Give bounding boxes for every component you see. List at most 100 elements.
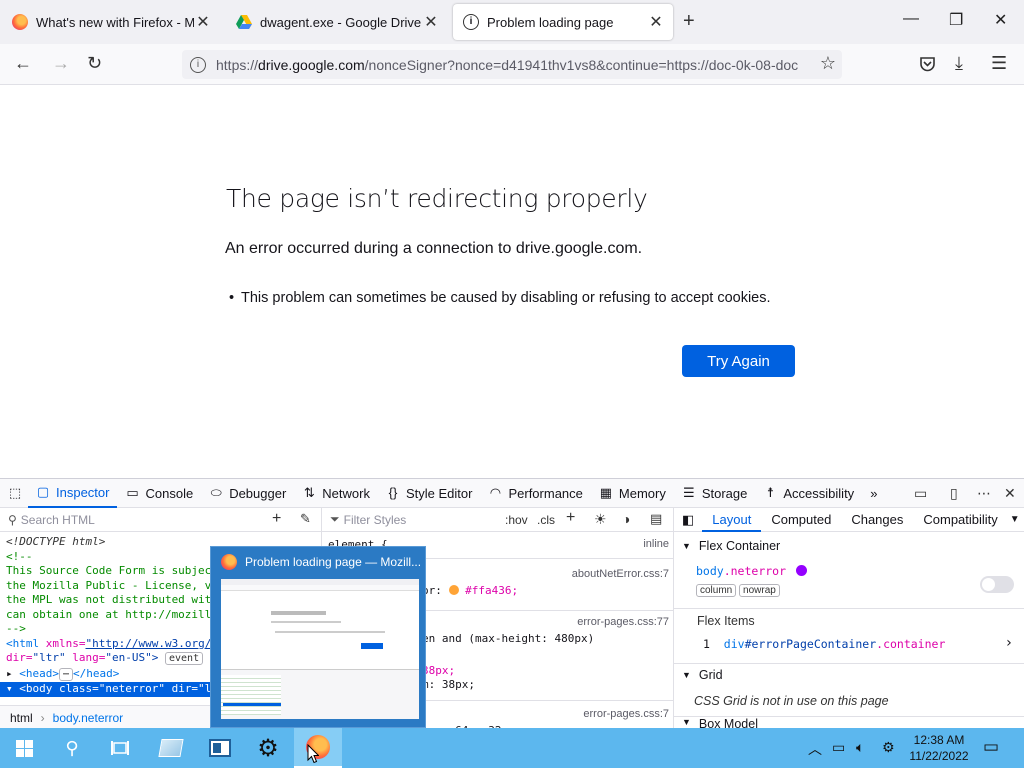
- site-info-icon[interactable]: i: [190, 56, 206, 73]
- tab-google-drive[interactable]: dwagent.exe - Google Drive ✕: [226, 4, 448, 40]
- more-tools-chevron-icon[interactable]: »: [862, 479, 885, 508]
- tab-whats-new[interactable]: What's new with Firefox - More ✕: [2, 4, 220, 40]
- filter-styles-field[interactable]: ⏷ Filter Styles :hov .cls + ☀ ◑ ▤: [322, 508, 673, 532]
- windows-logo-icon: [15, 739, 33, 757]
- menu-icon[interactable]: ☰: [991, 53, 1007, 74]
- network-icon[interactable]: ▭: [832, 739, 845, 756]
- settings-gear-icon[interactable]: ⚙: [244, 728, 292, 768]
- tab-computed[interactable]: Computed: [761, 508, 841, 532]
- try-again-button[interactable]: Try Again: [682, 345, 795, 377]
- rule-source[interactable]: error-pages.css:7: [583, 708, 669, 720]
- tab-compatibility[interactable]: Compatibility: [913, 508, 1007, 532]
- system-clock[interactable]: 12:38 AM 11/22/2022: [904, 732, 974, 764]
- breadcrumb-item[interactable]: html: [10, 711, 33, 725]
- flex-item-row[interactable]: 1 div#errorPageContainer.container ›: [703, 635, 1013, 651]
- tab-storage[interactable]: ☰ Storage: [674, 479, 756, 508]
- tab-memory[interactable]: ▦ Memory: [591, 479, 674, 508]
- tab-inspector[interactable]: ▢ Inspector: [28, 479, 118, 508]
- file-explorer-icon[interactable]: [196, 728, 244, 768]
- highlight-color-icon[interactable]: [795, 565, 807, 576]
- tab-changes[interactable]: Changes: [841, 508, 913, 532]
- collapsed-ellipsis[interactable]: ⋯: [59, 667, 74, 681]
- flex-container-header[interactable]: ▼ Flex Container: [674, 535, 1024, 557]
- tab-title: Problem loading page: [487, 14, 614, 30]
- declaration: m: 38px;: [422, 678, 475, 691]
- hov-toggle[interactable]: :hov: [505, 513, 528, 527]
- close-tab-icon[interactable]: ✕: [647, 12, 665, 32]
- pocket-icon[interactable]: [919, 56, 936, 72]
- search-icon[interactable]: ⚲: [48, 728, 96, 768]
- task-view-icon[interactable]: [96, 728, 144, 768]
- tab-layout[interactable]: Layout: [702, 508, 762, 532]
- media-query: en and (max-height: 480px): [422, 632, 595, 645]
- minimize-button[interactable]: —: [903, 10, 919, 28]
- cls-toggle[interactable]: .cls: [537, 513, 555, 527]
- tab-debugger[interactable]: ⬭ Debugger: [201, 479, 294, 508]
- show-hidden-icons-chevron[interactable]: ︿: [808, 739, 822, 759]
- dark-theme-icon[interactable]: ◑: [622, 511, 630, 527]
- storage-icon: ☰: [683, 485, 695, 500]
- window-preview-thumbnail: [221, 579, 419, 719]
- taskbar-thumbnail-popup[interactable]: Problem loading page — Mozill...: [210, 546, 426, 728]
- server-manager-icon[interactable]: [147, 728, 195, 768]
- performance-icon: ◠: [489, 485, 502, 500]
- back-button[interactable]: ←: [14, 53, 32, 74]
- responsive-design-icon[interactable]: ▯: [950, 485, 958, 502]
- devtools-panel: ⬚ ▢ Inspector ▭ Console ⬭ Debugger ⇅ Network…: [0, 478, 1024, 737]
- memory-icon: ▦: [599, 485, 613, 500]
- console-icon: ▭: [126, 485, 139, 500]
- inspector-icon: ▢: [36, 484, 50, 499]
- sidebar-tabs: ◧ Layout Computed Changes Compatibility …: [674, 508, 1024, 532]
- flexbox-highlighter-toggle[interactable]: [980, 576, 1014, 593]
- eyedropper-icon[interactable]: ✎: [300, 511, 311, 527]
- tab-performance[interactable]: ◠ Performance: [480, 479, 590, 508]
- page-content: The page isn’t redirecting properly An e…: [0, 86, 1024, 478]
- tab-strip: What's new with Firefox - More ✕ dwagent…: [0, 0, 1024, 44]
- event-badge[interactable]: event: [164, 652, 204, 665]
- volume-icon[interactable]: 🔈︎: [856, 739, 864, 756]
- print-media-icon[interactable]: ▤: [650, 511, 662, 527]
- reload-button[interactable]: ↻: [87, 53, 102, 74]
- close-window-button[interactable]: ✕: [994, 10, 1007, 30]
- start-button[interactable]: [0, 728, 48, 768]
- chevron-down-icon[interactable]: ▼: [1010, 514, 1020, 525]
- downloads-icon[interactable]: ⤓: [955, 53, 963, 74]
- tab-accessibility[interactable]: ☨ Accessibility: [755, 479, 862, 508]
- rule-source[interactable]: error-pages.css:77: [577, 616, 669, 628]
- rule-source[interactable]: aboutNetError.css:7: [572, 568, 669, 580]
- add-node-icon[interactable]: +: [272, 510, 281, 528]
- add-rule-icon[interactable]: +: [566, 509, 575, 527]
- search-html-field[interactable]: ⚲ Search HTML + ✎: [0, 508, 321, 532]
- network-icon: ⇅: [303, 485, 315, 500]
- search-icon: ⚲: [8, 512, 17, 527]
- notifications-icon[interactable]: ▭: [983, 737, 999, 757]
- maximize-button[interactable]: ❐: [949, 10, 963, 30]
- error-title: The page isn’t redirecting properly: [226, 184, 648, 213]
- tab-problem-loading[interactable]: i Problem loading page ✕: [453, 4, 673, 40]
- list-item: This problem can sometimes be caused by …: [229, 290, 771, 306]
- declaration: 38px;: [422, 664, 456, 677]
- breadcrumb-item[interactable]: body.neterror: [53, 711, 123, 725]
- dock-sidebar-icon[interactable]: ▭: [914, 485, 927, 502]
- devtools-options-icon[interactable]: ⋯: [977, 485, 991, 502]
- navigation-toolbar: ← → ↻ i https://drive.google.com/nonceSi…: [0, 44, 1024, 85]
- color-swatch-icon[interactable]: [448, 585, 459, 595]
- close-tab-icon[interactable]: ✕: [422, 12, 440, 32]
- url-bar[interactable]: i https://drive.google.com/nonceSigner?n…: [182, 50, 842, 79]
- close-tab-icon[interactable]: ✕: [194, 12, 212, 32]
- tab-console[interactable]: ▭ Console: [117, 479, 201, 508]
- chevron-right-icon: ›: [1004, 635, 1013, 651]
- grid-header[interactable]: ▼ Grid: [674, 663, 1024, 685]
- tab-network[interactable]: ⇅ Network: [294, 479, 378, 508]
- flex-container-selector[interactable]: body.neterror: [696, 564, 807, 578]
- light-theme-icon[interactable]: ☀: [594, 511, 607, 528]
- element-picker-icon[interactable]: ⬚: [0, 479, 28, 508]
- tab-style-editor[interactable]: {} Style Editor: [378, 479, 480, 508]
- bookmark-star-icon[interactable]: ☆: [813, 53, 836, 74]
- close-devtools-icon[interactable]: ✕: [1004, 485, 1016, 502]
- toggle-sidebar-icon[interactable]: ◧: [674, 512, 702, 528]
- settings-tray-icon[interactable]: ⚙: [882, 739, 895, 756]
- breadcrumb-separator-icon: ›: [40, 710, 45, 725]
- new-tab-button[interactable]: +: [683, 10, 695, 33]
- forward-button[interactable]: →: [52, 53, 70, 74]
